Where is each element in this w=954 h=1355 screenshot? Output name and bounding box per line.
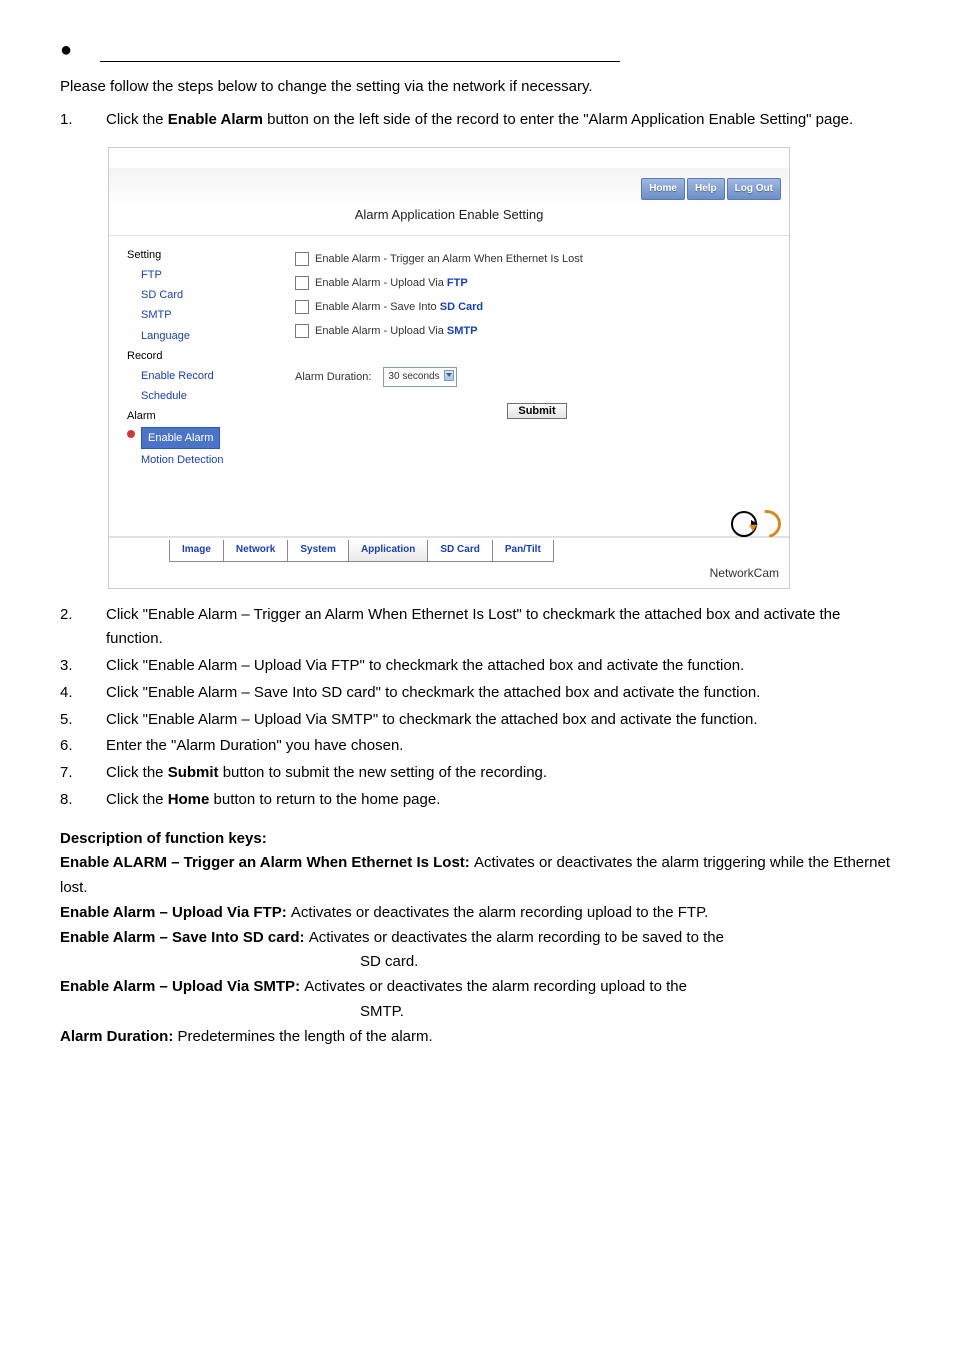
step-7-post: button to submit the new setting of the … bbox=[219, 764, 548, 781]
checkbox-icon[interactable] bbox=[295, 252, 309, 266]
sidebar-item-ftp[interactable]: FTP bbox=[127, 266, 277, 284]
sidebar-item-smtp[interactable]: SMTP bbox=[127, 306, 277, 324]
description-heading: Description of function keys: bbox=[60, 827, 894, 852]
desc-val: Predetermines the length of the alarm. bbox=[178, 1028, 433, 1045]
help-button[interactable]: Help bbox=[687, 178, 725, 201]
alarm-duration-label: Alarm Duration: bbox=[295, 368, 371, 386]
steps-list-cont: Click "Enable Alarm – Trigger an Alarm W… bbox=[60, 603, 894, 813]
sidebar-item-enable-record[interactable]: Enable Record bbox=[127, 367, 277, 385]
embedded-screenshot: Home Help Log Out Alarm Application Enab… bbox=[108, 147, 894, 589]
step-1-post: button on the left side of the record to… bbox=[263, 111, 853, 128]
desc-key: Enable Alarm – Save Into SD card: bbox=[60, 929, 309, 946]
desc-key: Enable Alarm – Upload Via FTP: bbox=[60, 904, 291, 921]
sidebar-item-schedule[interactable]: Schedule bbox=[127, 387, 277, 405]
step-8-post: button to return to the home page. bbox=[209, 791, 440, 808]
checkbox-label-link: SMTP bbox=[447, 325, 478, 337]
step-1: Click the Enable Alarm button on the lef… bbox=[60, 108, 894, 133]
home-button[interactable]: Home bbox=[641, 178, 685, 201]
sidebar-group-setting: Setting bbox=[127, 246, 277, 264]
checkbox-label: Enable Alarm - Upload Via FTP bbox=[315, 274, 468, 292]
bullet-icon: ● bbox=[60, 34, 72, 67]
desc-row-2: Enable Alarm – Upload Via FTP: Activates… bbox=[60, 901, 894, 926]
step-8-bold: Home bbox=[168, 791, 210, 808]
desc-row-3: Enable Alarm – Save Into SD card: Activa… bbox=[60, 926, 894, 951]
desc-key: Enable ALARM – Trigger an Alarm When Eth… bbox=[60, 854, 474, 871]
checkbox-label-pre: Enable Alarm - Upload Via bbox=[315, 325, 447, 337]
checkbox-icon[interactable] bbox=[295, 276, 309, 290]
desc-row-4-cont: SMTP. bbox=[60, 1000, 894, 1025]
brand-logo-icon bbox=[731, 510, 781, 538]
desc-row-1: Enable ALARM – Trigger an Alarm When Eth… bbox=[60, 851, 894, 901]
bottom-tabs-row: Image Network System Application SD Card… bbox=[109, 537, 789, 562]
checkbox-label-link: FTP bbox=[447, 277, 468, 289]
sidebar-item-enable-alarm[interactable]: Enable Alarm bbox=[127, 427, 277, 449]
tab-network[interactable]: Network bbox=[223, 540, 288, 562]
alarm-duration-value: 30 seconds bbox=[388, 371, 439, 382]
step-8-pre: Click the bbox=[106, 791, 168, 808]
step-8: Click the Home button to return to the h… bbox=[60, 788, 894, 813]
step-6: Enter the "Alarm Duration" you have chos… bbox=[60, 734, 894, 759]
sidebar-group-alarm: Alarm bbox=[127, 407, 277, 425]
desc-key: Enable Alarm – Upload Via SMTP: bbox=[60, 978, 304, 995]
checkbox-label-pre: Enable Alarm - Upload Via bbox=[315, 277, 447, 289]
desc-row-4: Enable Alarm – Upload Via SMTP: Activate… bbox=[60, 975, 894, 1000]
desc-row-3-cont: SD card. bbox=[60, 950, 894, 975]
tab-image[interactable]: Image bbox=[169, 540, 224, 562]
desc-key: Alarm Duration: bbox=[60, 1028, 178, 1045]
step-1-bold: Enable Alarm bbox=[168, 111, 263, 128]
step-7: Click the Submit button to submit the ne… bbox=[60, 761, 894, 786]
checkbox-row-ethernet-lost[interactable]: Enable Alarm - Trigger an Alarm When Eth… bbox=[295, 250, 779, 268]
selection-dot-icon bbox=[127, 430, 135, 438]
steps-list: Click the Enable Alarm button on the lef… bbox=[60, 108, 894, 133]
content-area: Enable Alarm - Trigger an Alarm When Eth… bbox=[277, 236, 789, 526]
checkbox-label: Enable Alarm - Save Into SD Card bbox=[315, 298, 483, 316]
step-7-bold: Submit bbox=[168, 764, 219, 781]
checkbox-label: Enable Alarm - Upload Via SMTP bbox=[315, 322, 477, 340]
alarm-duration-row: Alarm Duration: 30 seconds bbox=[295, 367, 779, 388]
sidebar-item-language[interactable]: Language bbox=[127, 327, 277, 345]
sidebar-item-sdcard[interactable]: SD Card bbox=[127, 286, 277, 304]
submit-button[interactable]: Submit bbox=[507, 403, 566, 419]
desc-row-5: Alarm Duration: Predetermines the length… bbox=[60, 1025, 894, 1050]
logout-button[interactable]: Log Out bbox=[727, 178, 781, 201]
tab-sdcard[interactable]: SD Card bbox=[427, 540, 492, 562]
step-3: Click "Enable Alarm – Upload Via FTP" to… bbox=[60, 654, 894, 679]
intro-text: Please follow the steps below to change … bbox=[60, 75, 894, 100]
step-4: Click "Enable Alarm – Save Into SD card"… bbox=[60, 681, 894, 706]
sidebar-item-enable-alarm-label: Enable Alarm bbox=[141, 427, 220, 449]
blank-heading-underline bbox=[100, 45, 620, 62]
checkbox-row-upload-smtp[interactable]: Enable Alarm - Upload Via SMTP bbox=[295, 322, 779, 340]
desc-val: Activates or deactivates the alarm recor… bbox=[304, 978, 687, 995]
sidebar-group-record: Record bbox=[127, 347, 277, 365]
top-buttons: Home Help Log Out bbox=[641, 178, 781, 201]
checkbox-label: Enable Alarm - Trigger an Alarm When Eth… bbox=[315, 250, 583, 268]
sidebar: Setting FTP SD Card SMTP Language Record… bbox=[109, 236, 277, 526]
tab-system[interactable]: System bbox=[287, 540, 349, 562]
checkbox-row-upload-ftp[interactable]: Enable Alarm - Upload Via FTP bbox=[295, 274, 779, 292]
step-7-pre: Click the bbox=[106, 764, 168, 781]
chevron-down-icon bbox=[446, 373, 452, 377]
checkbox-icon[interactable] bbox=[295, 300, 309, 314]
footer-brand-label: NetworkCam bbox=[109, 562, 789, 588]
step-1-pre: Click the bbox=[106, 111, 168, 128]
tab-application[interactable]: Application bbox=[348, 540, 428, 562]
tab-pantilt[interactable]: Pan/Tilt bbox=[492, 540, 554, 562]
checkbox-icon[interactable] bbox=[295, 324, 309, 338]
checkbox-label-link: SD Card bbox=[440, 301, 483, 313]
desc-val: Activates or deactivates the alarm recor… bbox=[291, 904, 708, 921]
checkbox-row-save-sdcard[interactable]: Enable Alarm - Save Into SD Card bbox=[295, 298, 779, 316]
step-2: Click "Enable Alarm – Trigger an Alarm W… bbox=[60, 603, 894, 653]
checkbox-label-pre: Enable Alarm - Save Into bbox=[315, 301, 440, 313]
section-bullet-row: ● bbox=[60, 40, 894, 67]
step-5: Click "Enable Alarm – Upload Via SMTP" t… bbox=[60, 708, 894, 733]
desc-val: Activates or deactivates the alarm recor… bbox=[309, 929, 724, 946]
alarm-duration-select[interactable]: 30 seconds bbox=[383, 367, 456, 388]
sidebar-item-motion-detection[interactable]: Motion Detection bbox=[127, 451, 277, 469]
